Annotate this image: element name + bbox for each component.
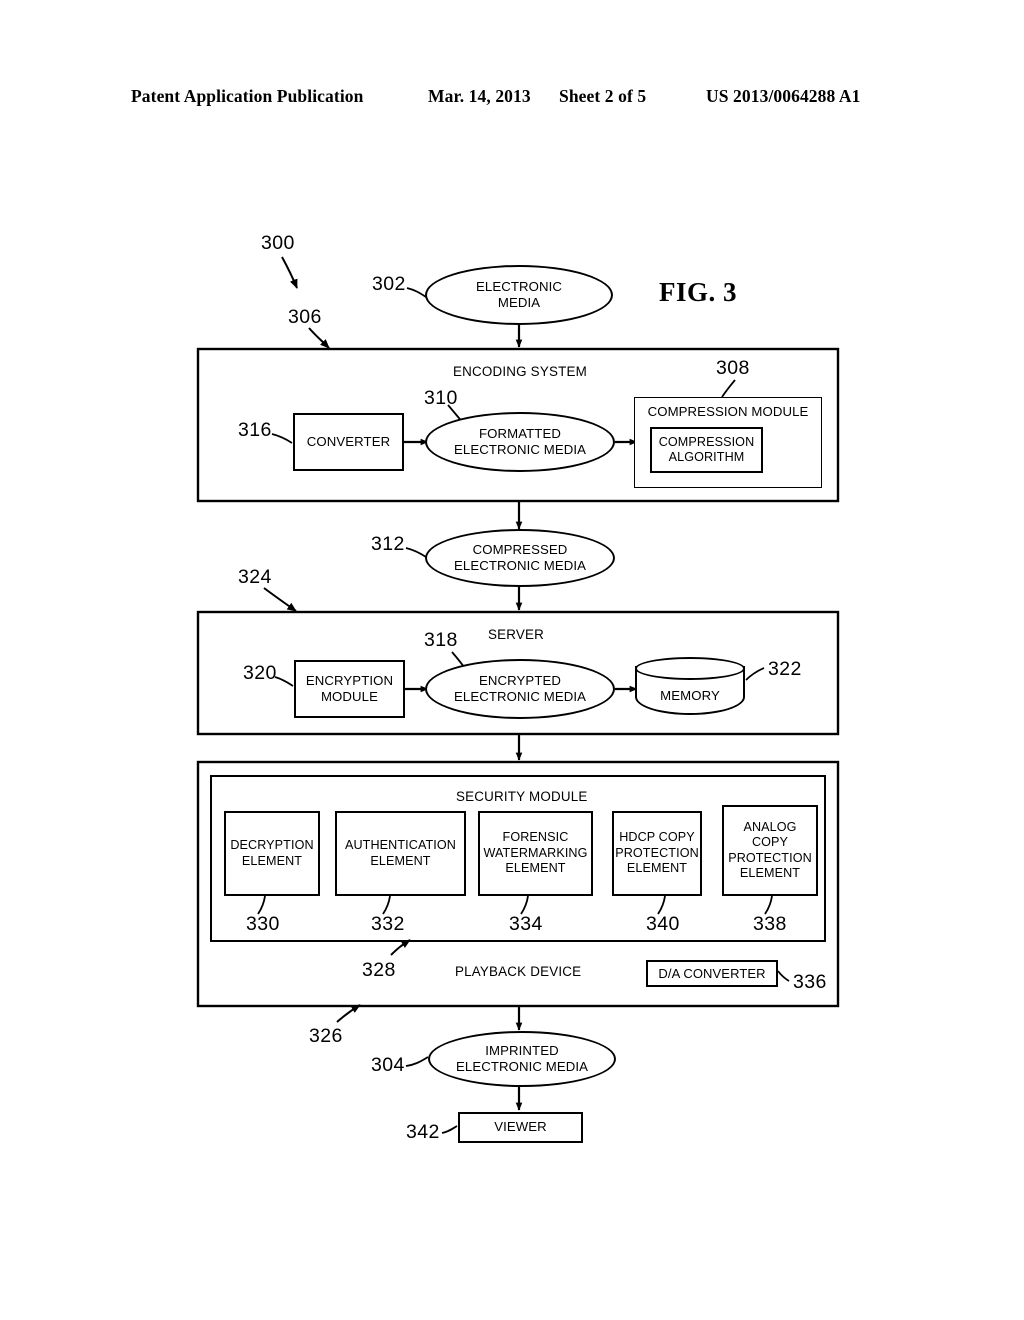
node-imprinted-electronic-media[interactable]: IMPRINTED ELECTRONIC MEDIA <box>428 1031 616 1087</box>
ref-336: 336 <box>793 971 827 993</box>
header-publication: Patent Application Publication <box>131 86 364 106</box>
security-element-hdcp-copy-protection-label: HDCP COPY PROTECTION ELEMENT <box>615 830 699 876</box>
ref-302: 302 <box>372 273 406 295</box>
node-compression-algorithm[interactable]: COMPRESSION ALGORITHM <box>650 427 763 473</box>
node-compressed-electronic-media-label: COMPRESSED ELECTRONIC MEDIA <box>453 541 587 574</box>
figure-label: FIG. 3 <box>659 277 738 307</box>
node-encrypted-electronic-media[interactable]: ENCRYPTED ELECTRONIC MEDIA <box>425 659 615 719</box>
server-label: SERVER <box>488 627 545 642</box>
node-formatted-electronic-media-label: FORMATTED ELECTRONIC MEDIA <box>453 425 587 458</box>
patent-header: Patent Application Publication Mar. 14, … <box>0 86 1024 112</box>
security-element-authentication[interactable]: AUTHENTICATION ELEMENT <box>335 811 466 896</box>
ref-338: 338 <box>753 913 787 935</box>
ref-310: 310 <box>424 387 458 409</box>
node-electronic-media-label: ELECTRONIC MEDIA <box>476 278 562 311</box>
node-compressed-electronic-media[interactable]: COMPRESSED ELECTRONIC MEDIA <box>425 529 615 587</box>
playback-device-label: PLAYBACK DEVICE <box>455 964 582 979</box>
ref-312: 312 <box>371 533 405 555</box>
node-da-converter[interactable]: D/A CONVERTER <box>646 960 778 987</box>
node-converter-label: CONVERTER <box>306 433 391 449</box>
ref-304: 304 <box>371 1054 405 1076</box>
ref-308: 308 <box>716 357 750 379</box>
node-electronic-media[interactable]: ELECTRONIC MEDIA <box>425 265 613 325</box>
node-converter[interactable]: CONVERTER <box>293 413 404 471</box>
node-da-converter-label: D/A CONVERTER <box>658 965 766 981</box>
security-module-label: SECURITY MODULE <box>456 789 588 804</box>
ref-300: 300 <box>261 232 295 254</box>
ref-318: 318 <box>424 629 458 651</box>
security-element-hdcp-copy-protection[interactable]: HDCP COPY PROTECTION ELEMENT <box>612 811 702 896</box>
security-element-authentication-label: AUTHENTICATION ELEMENT <box>344 838 456 868</box>
security-element-decryption[interactable]: DECRYPTION ELEMENT <box>224 811 320 896</box>
ref-324: 324 <box>238 566 272 588</box>
node-formatted-electronic-media[interactable]: FORMATTED ELECTRONIC MEDIA <box>425 412 615 472</box>
encoding-system-label: ENCODING SYSTEM <box>453 364 587 379</box>
ref-322: 322 <box>768 658 802 680</box>
node-memory[interactable]: MEMORY <box>635 657 745 715</box>
ref-334: 334 <box>509 913 543 935</box>
node-viewer[interactable]: VIEWER <box>458 1112 583 1143</box>
node-viewer-label: VIEWER <box>494 1119 547 1135</box>
ref-342: 342 <box>406 1121 440 1143</box>
header-date: Mar. 14, 2013 <box>428 86 531 106</box>
security-element-analog-copy-protection-label: ANALOG COPY PROTECTION ELEMENT <box>728 819 812 880</box>
security-element-forensic-watermarking-label: FORENSIC WATERMARKING ELEMENT <box>483 830 588 876</box>
ref-326: 326 <box>309 1025 343 1047</box>
header-sheet: Sheet 2 of 5 <box>559 86 647 106</box>
ref-316: 316 <box>238 419 272 441</box>
ref-340: 340 <box>646 913 680 935</box>
node-compression-algorithm-label: COMPRESSION ALGORITHM <box>658 434 755 464</box>
node-compression-module-label: COMPRESSION MODULE <box>647 404 809 419</box>
ref-320: 320 <box>243 662 277 684</box>
security-element-forensic-watermarking[interactable]: FORENSIC WATERMARKING ELEMENT <box>478 811 593 896</box>
security-element-analog-copy-protection[interactable]: ANALOG COPY PROTECTION ELEMENT <box>722 805 818 896</box>
header-patent-number: US 2013/0064288 A1 <box>706 86 861 106</box>
security-element-decryption-label: DECRYPTION ELEMENT <box>230 838 314 868</box>
ref-330: 330 <box>246 913 280 935</box>
ref-328: 328 <box>362 959 396 981</box>
node-memory-label: MEMORY <box>660 688 720 703</box>
node-encryption-module-label: ENCRYPTION MODULE <box>305 672 394 704</box>
node-encrypted-electronic-media-label: ENCRYPTED ELECTRONIC MEDIA <box>453 672 587 705</box>
ref-306: 306 <box>288 306 322 328</box>
ref-332: 332 <box>371 913 405 935</box>
node-imprinted-electronic-media-label: IMPRINTED ELECTRONIC MEDIA <box>455 1042 589 1075</box>
node-encryption-module[interactable]: ENCRYPTION MODULE <box>294 660 405 718</box>
